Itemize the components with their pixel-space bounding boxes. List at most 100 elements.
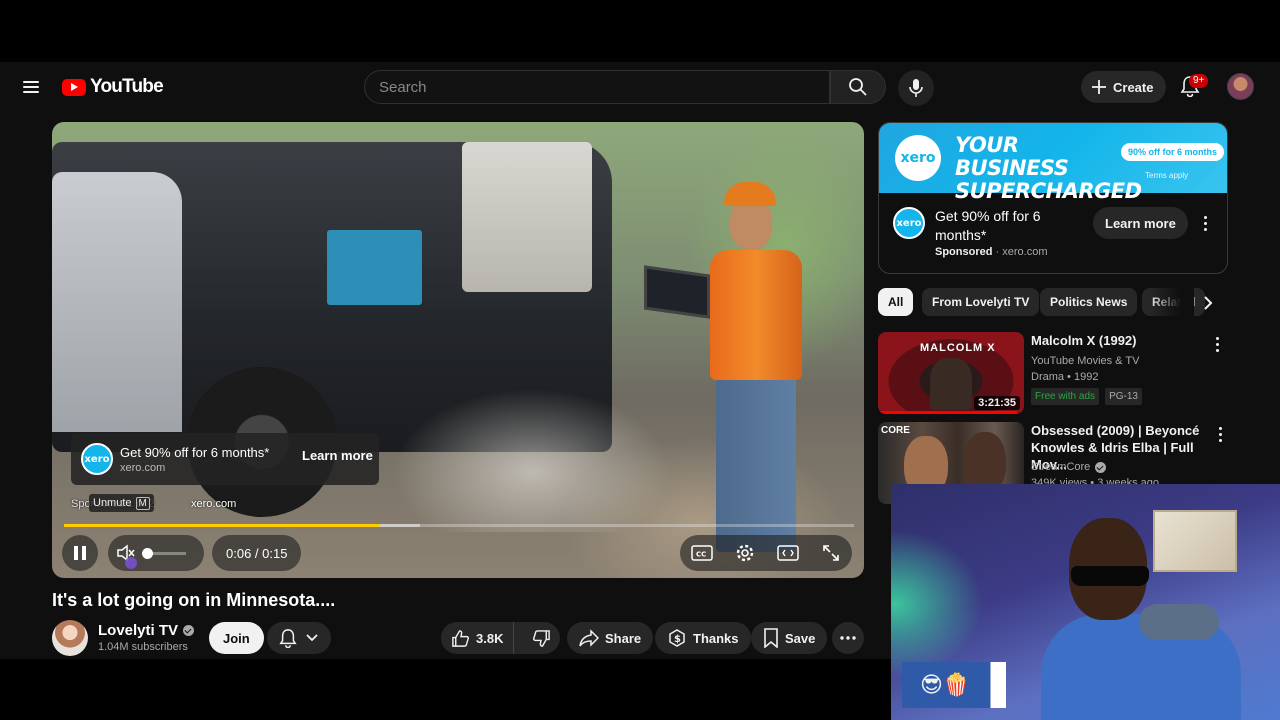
captions-button[interactable]: CC (684, 535, 720, 571)
video-frame-spray (382, 382, 682, 532)
time-text: 0:06 / 0:15 (226, 545, 288, 561)
svg-text:$: $ (674, 634, 681, 645)
webcam-led-light (891, 524, 991, 684)
unmute-shortcut-key: M (135, 496, 150, 510)
dislike-button[interactable] (520, 622, 563, 654)
unmute-tooltip: Unmute M (89, 494, 154, 512)
search-input[interactable] (379, 78, 829, 96)
channel-name-row[interactable]: Lovelyti TV (98, 622, 195, 639)
rec-duration: 3:21:35 (974, 396, 1020, 410)
join-button[interactable]: Join (209, 622, 264, 654)
chevron-down-icon (306, 634, 318, 642)
rec-watched-bar (878, 411, 1017, 414)
fullscreen-icon (822, 545, 839, 561)
like-count: 3.8K (476, 630, 504, 646)
webcam-sunglasses (1071, 566, 1149, 586)
bookmark-icon (764, 628, 778, 648)
rec-more-icon[interactable] (1210, 422, 1230, 446)
meta-separator: · (995, 246, 1000, 258)
video-frame-toolbox (327, 230, 422, 305)
settings-button[interactable] (727, 535, 763, 571)
thumbs-up-icon (452, 629, 469, 647)
chip-all[interactable]: All (878, 288, 914, 316)
video-frame-tank (462, 142, 592, 292)
ad-banner-image[interactable]: xero YOUR BUSINESS SUPERCHARGED 90% off … (879, 123, 1227, 203)
mouse-cursor-indicator (125, 557, 137, 569)
rec-thumbnail[interactable]: MALCOLM X 3:21:35 (878, 332, 1024, 414)
notification-badge: 9+ (1189, 74, 1209, 88)
volume-slider[interactable] (142, 547, 186, 559)
xero-logo-small: xero (893, 207, 925, 239)
rec-channel-row: StreamCore (1031, 460, 1107, 475)
rec-title[interactable]: Malcolm X (1992) (1031, 332, 1211, 349)
chips-next-button[interactable] (1193, 288, 1223, 318)
ad-sponsor-domain[interactable]: xero.com (191, 498, 236, 510)
captions-icon: CC (690, 545, 713, 561)
video-title: It's a lot going on in Minnesota.... (52, 590, 336, 610)
video-player[interactable]: xero Get 90% off for 6 months* xero.com … (52, 122, 864, 578)
share-button[interactable]: Share (567, 622, 654, 654)
youtube-logo[interactable]: YouTube (62, 76, 164, 98)
ad-more-icon[interactable] (1195, 211, 1215, 235)
more-actions-button[interactable] (832, 622, 864, 654)
fullscreen-button[interactable] (813, 535, 849, 571)
plus-icon (1092, 80, 1106, 94)
chip-from-channel[interactable]: From Lovelyti TV (922, 288, 1040, 316)
theater-mode-button[interactable] (770, 535, 806, 571)
emoji-overlay: 😎🍿 (902, 662, 1006, 708)
time-display: 0:06 / 0:15 (212, 535, 302, 571)
rec-tags: Free with ads PG-13 (1031, 388, 1145, 405)
svg-text:CC: CC (696, 551, 706, 559)
chip-politics-news[interactable]: Politics News (1040, 288, 1138, 316)
create-button[interactable]: Create (1081, 71, 1167, 103)
player-right-controls: CC (680, 535, 852, 571)
voice-search-button[interactable] (898, 70, 934, 106)
channel-avatar[interactable] (52, 620, 88, 656)
ad-overlay-title: Get 90% off for 6 months* (120, 445, 270, 460)
like-button[interactable]: 3.8K (441, 622, 515, 654)
volume-control[interactable] (108, 535, 204, 571)
thumb-face (930, 358, 972, 410)
xero-logo: xero (895, 135, 941, 181)
emoji-text: 😎🍿 (920, 672, 971, 697)
verified-icon (1095, 462, 1107, 473)
video-frame-cab (52, 172, 182, 432)
sponsored-label: Sponsored (935, 246, 993, 258)
pause-icon (74, 546, 86, 560)
search-box[interactable] (364, 70, 830, 104)
rating-badge: PG-13 (1105, 388, 1142, 405)
thumb-title-text: MALCOLM X (920, 342, 996, 354)
microphone-icon (909, 79, 923, 97)
rec-channel: StreamCore (1031, 461, 1091, 473)
ad-learn-more-button[interactable]: Learn more (302, 448, 373, 463)
masthead: YouTube Create 9+ (0, 62, 1280, 112)
progress-bar[interactable] (64, 524, 854, 527)
share-label: Share (605, 630, 642, 646)
theater-icon (776, 545, 799, 561)
webcam-microphone (1139, 604, 1219, 640)
recommendation-item[interactable]: MALCOLM X 3:21:35 Malcolm X (1992) YouTu… (878, 332, 1228, 416)
like-dislike-group: 3.8K (441, 622, 560, 654)
ad-banner-headline: YOUR BUSINESS SUPERCHARGED (955, 133, 1142, 203)
ad-overlay-domain: xero.com (120, 462, 166, 474)
super-thanks-icon: $ (669, 629, 685, 647)
logo-text: YouTube (90, 76, 164, 97)
search-button[interactable] (830, 70, 886, 104)
save-button[interactable]: Save (751, 622, 828, 654)
share-icon (579, 629, 599, 647)
youtube-play-icon (62, 78, 86, 96)
ad-overlay-card[interactable]: xero Get 90% off for 6 months* xero.com … (71, 433, 379, 485)
verified-icon (183, 625, 195, 636)
sidebar-ad[interactable]: xero YOUR BUSINESS SUPERCHARGED 90% off … (878, 122, 1228, 274)
menu-icon[interactable] (18, 74, 44, 100)
subscription-bell-button[interactable] (267, 622, 331, 654)
account-avatar[interactable] (1227, 73, 1254, 100)
create-label: Create (1113, 79, 1154, 95)
rec-more-icon[interactable] (1207, 332, 1227, 356)
play-pause-button[interactable] (62, 535, 98, 571)
ad-learn-more-button[interactable]: Learn more (1093, 207, 1188, 239)
channel-name[interactable]: Lovelyti TV (98, 622, 178, 639)
thanks-button[interactable]: $ Thanks (655, 622, 751, 654)
free-with-ads-badge: Free with ads (1031, 388, 1100, 405)
volume-knob[interactable] (142, 547, 153, 559)
